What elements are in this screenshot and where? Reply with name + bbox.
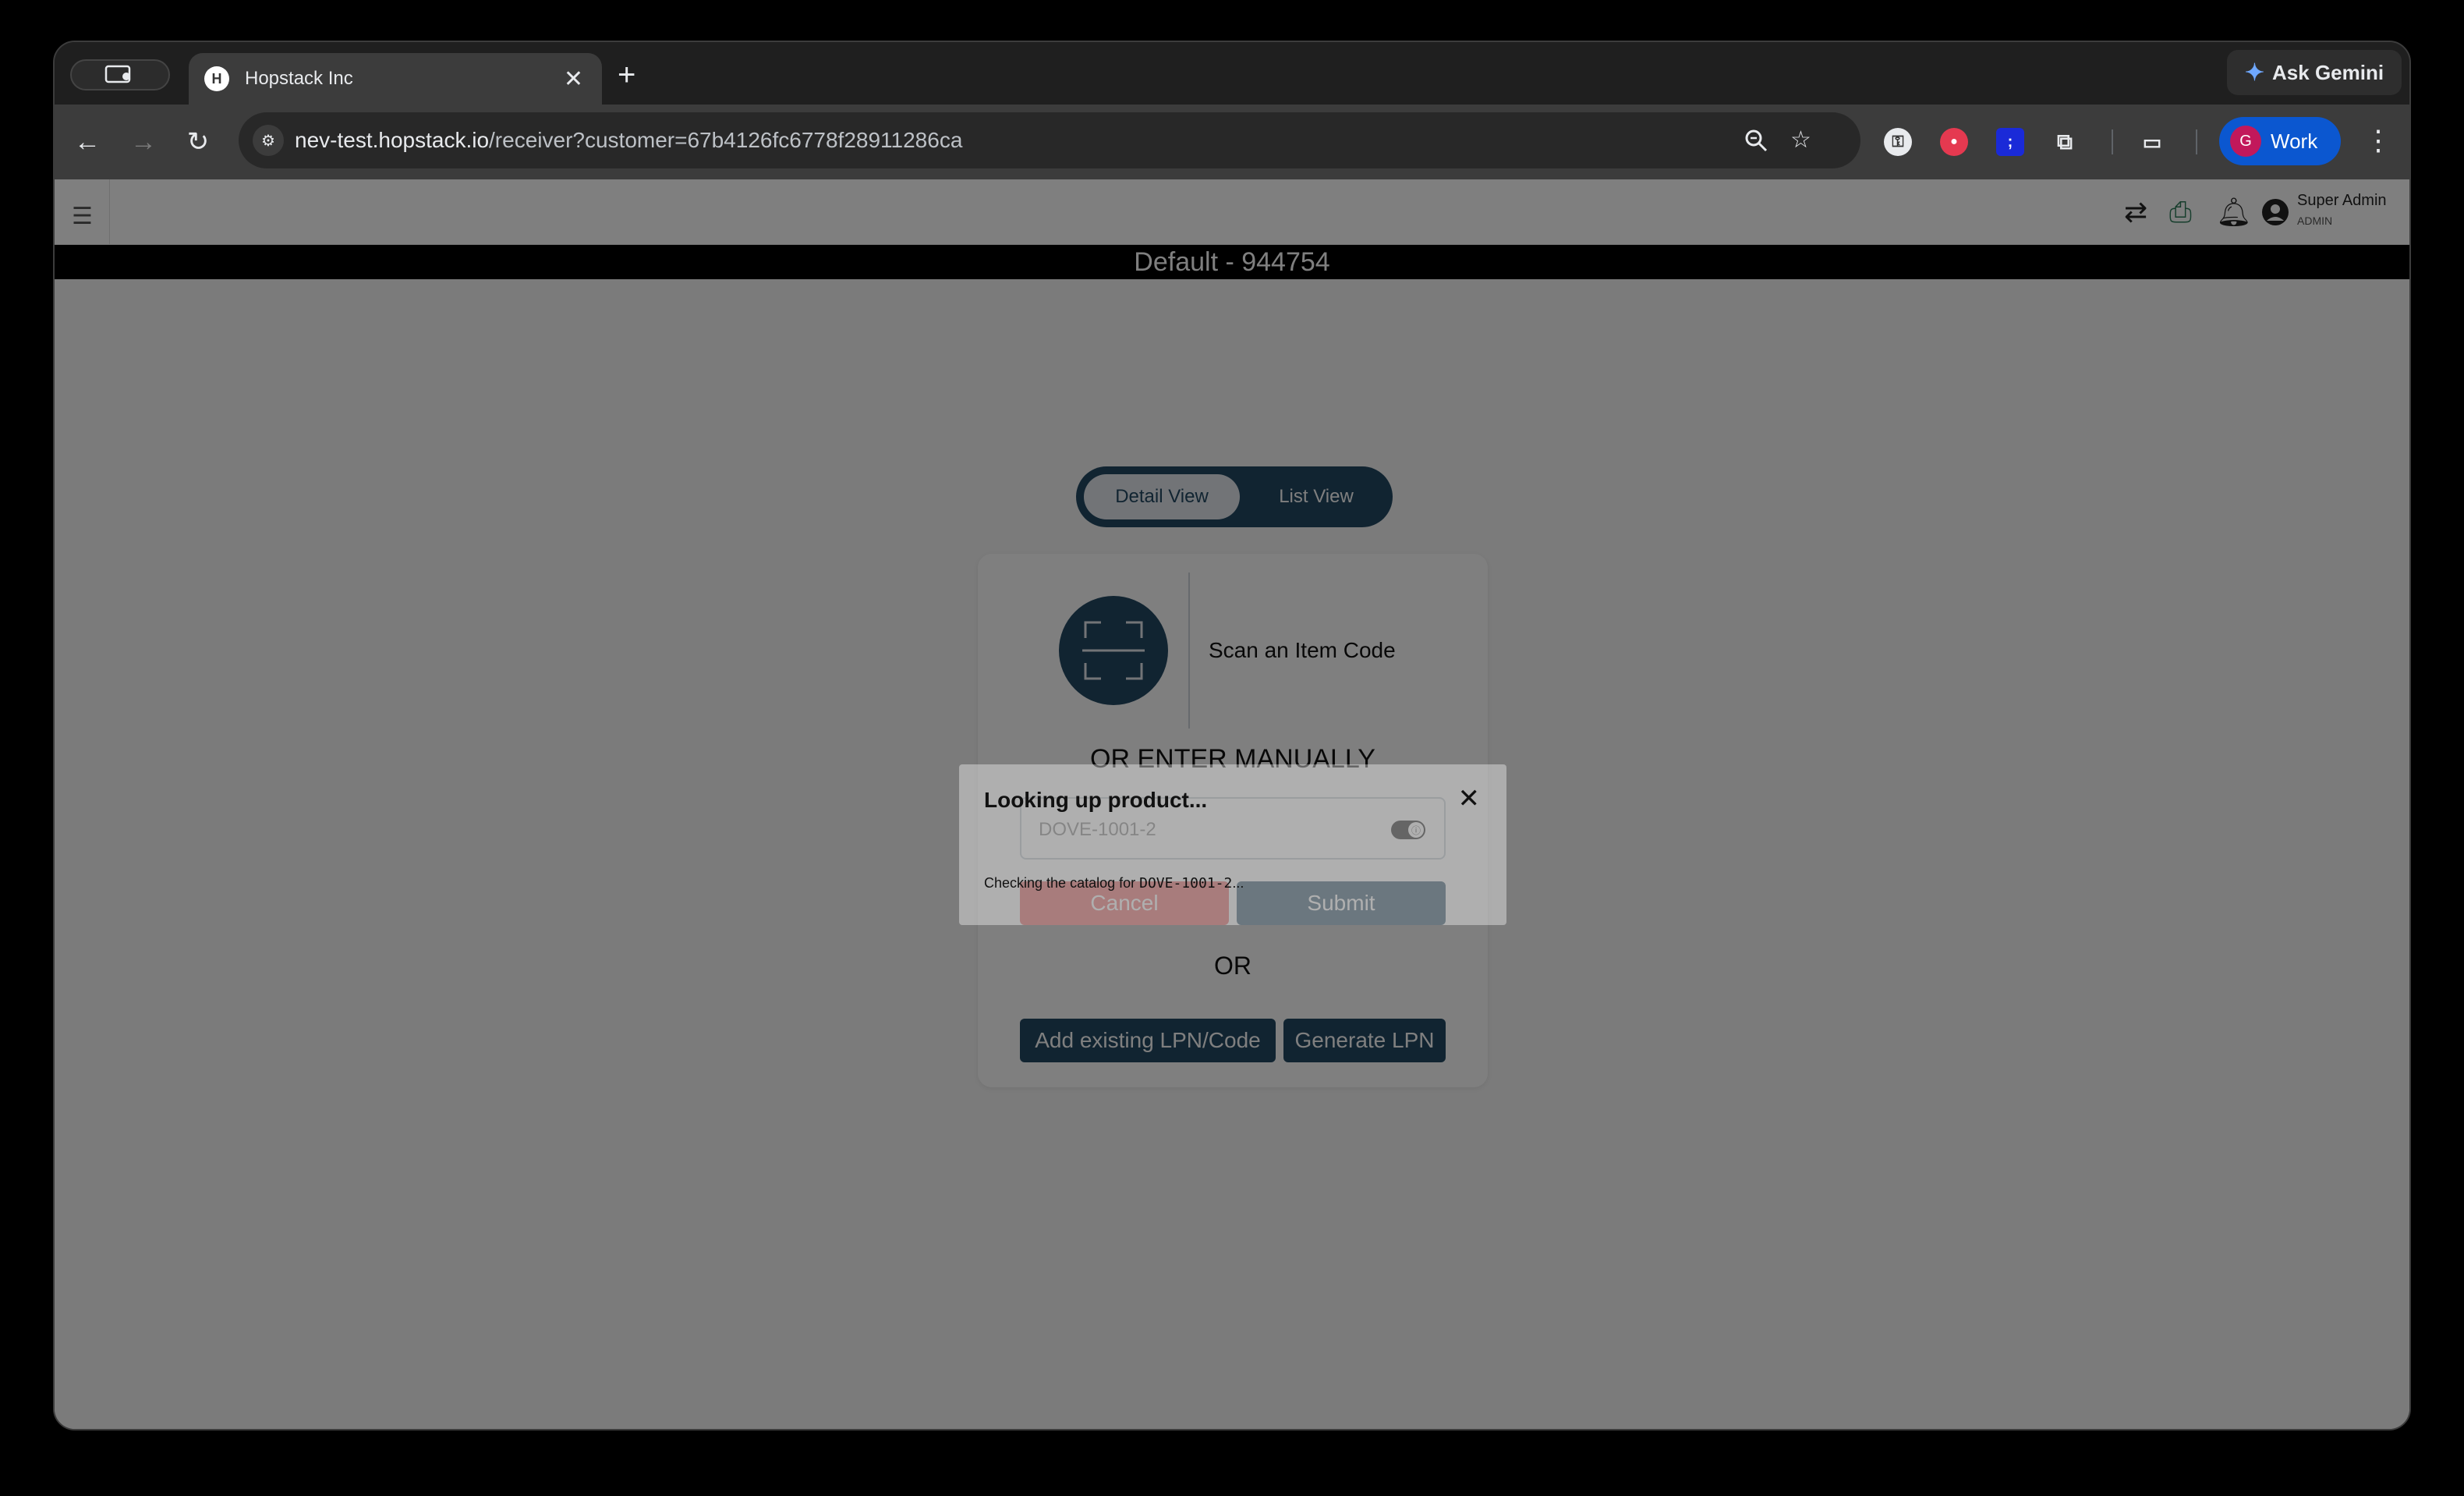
lookup-dialog: Looking up product... ✕ Checking the cat… [959,764,1506,925]
toolbar-separator [2196,129,2197,154]
tab-close-icon[interactable]: ✕ [564,66,583,93]
close-icon[interactable]: ✕ [1458,783,1481,814]
toolbar-separator [2112,129,2113,154]
url-host: nev-test.hopstack.io [295,128,490,152]
dialog-message: Checking the catalog for DOVE-1001-2... [984,875,1244,892]
gemini-sparkle-icon: ✦ [2244,59,2265,86]
ask-gemini-label: Ask Gemini [2272,60,2384,84]
password-manager-icon[interactable]: ⚿ [1884,128,1912,156]
extension-red-icon[interactable]: ● [1940,128,1968,156]
new-tab-button[interactable]: + [618,58,635,92]
url-text[interactable]: nev-test.hopstack.io/receiver?customer=6… [295,128,962,153]
profile-button[interactable]: G Work [2219,117,2341,165]
tab-title: Hopstack Inc [245,68,353,89]
tab-strip: H Hopstack Inc ✕ + ✦ Ask Gemini [55,42,2409,105]
dialog-message-code: DOVE-1001-2 [1139,875,1233,892]
app-content: ☰ ⇄ ⎙ 🔔︎ Super Admin ADMIN Default - 944… [55,179,2409,1429]
dialog-title: Looking up product... [984,788,1208,812]
ask-gemini-button[interactable]: ✦ Ask Gemini [2227,50,2402,95]
tab-search-icon [104,65,131,83]
url-path: /receiver?customer=67b4126fc6778f2891128… [489,128,963,152]
menu-kebab-icon[interactable]: ⋮ [2364,125,2392,156]
tab-capture-icon[interactable]: ▭ [2138,128,2166,156]
zoom-icon[interactable] [1742,126,1770,154]
extension-blue-icon[interactable]: ; [1996,128,2024,156]
hopstack-favicon-icon: H [204,66,229,91]
browser-window: H Hopstack Inc ✕ + ✦ Ask Gemini ← → ↻ ⚙ … [53,41,2411,1430]
reload-icon[interactable]: ↻ [182,126,214,158]
profile-avatar: G [2230,126,2261,157]
address-bar[interactable]: ⚙ nev-test.hopstack.io/receiver?customer… [239,112,1860,168]
dialog-message-suffix: ... [1232,875,1244,891]
profile-label: Work [2271,129,2318,153]
bookmark-star-icon[interactable]: ☆ [1790,126,1811,154]
browser-tab[interactable]: H Hopstack Inc ✕ [189,53,602,105]
forward-icon[interactable]: → [128,126,159,158]
site-info-icon[interactable]: ⚙ [253,125,284,156]
tab-search-button[interactable] [70,59,170,90]
browser-toolbar: ← → ↻ ⚙ nev-test.hopstack.io/receiver?cu… [55,105,2409,179]
dialog-message-prefix: Checking the catalog for [984,875,1140,891]
extensions-puzzle-icon[interactable]: ⧉ [2051,128,2079,156]
back-icon[interactable]: ← [72,126,103,158]
